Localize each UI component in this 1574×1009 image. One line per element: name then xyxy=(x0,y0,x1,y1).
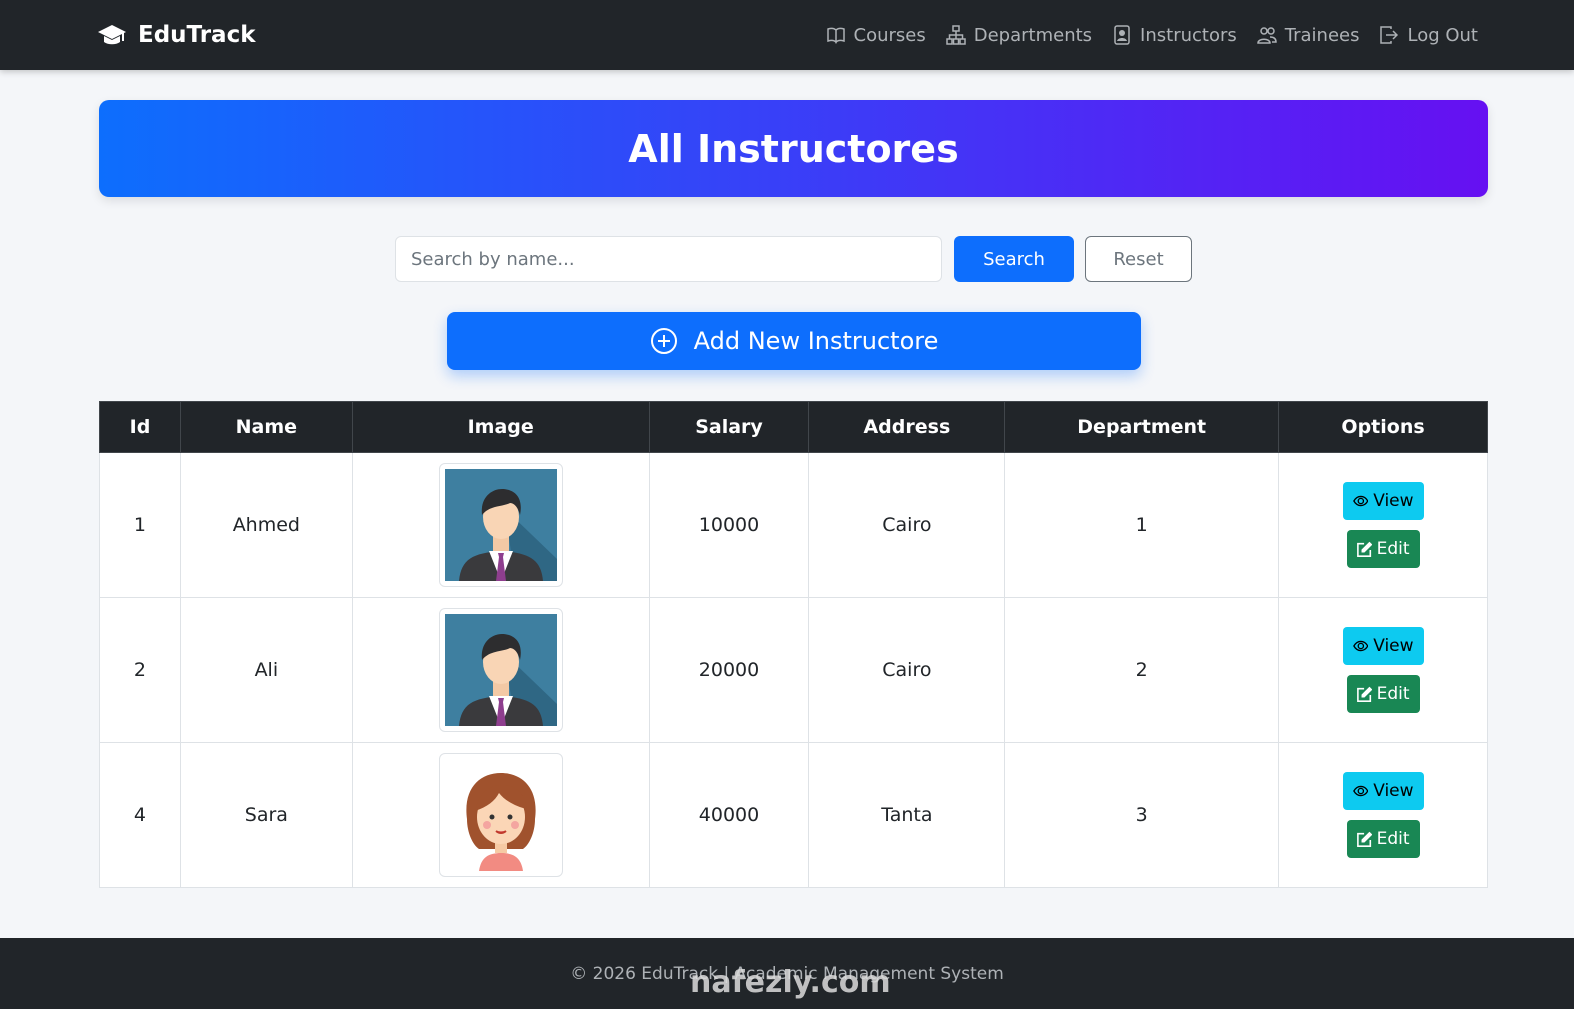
cell-department: 3 xyxy=(1004,742,1280,888)
nav-trainees[interactable]: Trainees xyxy=(1257,24,1360,46)
eye-icon xyxy=(1352,640,1369,652)
view-label: View xyxy=(1373,491,1414,511)
edit-button[interactable]: Edit xyxy=(1346,675,1420,713)
footer: © 2026 EduTrack | Academic Management Sy… xyxy=(0,938,1574,1009)
search-button[interactable]: Search xyxy=(954,236,1074,282)
cell-department: 1 xyxy=(1004,452,1280,598)
column-header: Salary xyxy=(648,401,810,453)
cell-options: View Edit xyxy=(1278,452,1488,598)
view-button[interactable]: View xyxy=(1342,482,1424,520)
table-row: 2 Ali 20000 Cairo 2 View Edit xyxy=(99,597,1488,743)
cell-id: 4 xyxy=(99,742,181,888)
male-avatar xyxy=(438,463,563,587)
column-header: Address xyxy=(808,401,1006,453)
cell-options: View Edit xyxy=(1278,597,1488,743)
female-avatar xyxy=(438,753,563,877)
person-badge-icon xyxy=(1114,25,1130,45)
navbar: EduTrack Courses Departments Instructors… xyxy=(0,0,1574,70)
cell-name: Ahmed xyxy=(179,452,353,598)
edit-button[interactable]: Edit xyxy=(1346,530,1420,568)
book-icon xyxy=(826,27,845,44)
table-row: 1 Ahmed 10000 Cairo 1 View Edit xyxy=(99,452,1488,598)
cell-address: Tanta xyxy=(808,742,1006,888)
graduation-cap-icon xyxy=(98,25,126,45)
cell-id: 2 xyxy=(99,597,181,743)
view-label: View xyxy=(1373,781,1414,801)
view-button[interactable]: View xyxy=(1342,627,1424,665)
cell-address: Cairo xyxy=(808,452,1006,598)
edit-button[interactable]: Edit xyxy=(1346,820,1420,858)
footer-text: © 2026 EduTrack | Academic Management Sy… xyxy=(570,963,1004,984)
add-instructor-button[interactable]: Add New Instructore xyxy=(447,312,1141,370)
nav-label: Trainees xyxy=(1284,24,1360,46)
cell-address: Cairo xyxy=(808,597,1006,743)
plus-circle-icon xyxy=(650,328,677,354)
reset-button[interactable]: Reset xyxy=(1085,236,1192,282)
view-label: View xyxy=(1373,636,1414,656)
cell-image xyxy=(351,452,650,598)
cell-salary: 40000 xyxy=(648,742,810,888)
instructors-table: Id Name Image Salary Address Department Option… xyxy=(99,401,1488,888)
male-avatar xyxy=(438,608,563,732)
edit-label: Edit xyxy=(1376,684,1410,704)
nav-label: Instructors xyxy=(1140,24,1237,46)
nav-departments[interactable]: Departments xyxy=(945,24,1093,46)
brand[interactable]: EduTrack xyxy=(98,22,256,48)
pencil-square-icon xyxy=(1356,686,1372,702)
cell-department: 2 xyxy=(1004,597,1280,743)
cell-name: Sara xyxy=(179,742,353,888)
edit-label: Edit xyxy=(1376,829,1410,849)
search-input[interactable] xyxy=(395,236,942,282)
column-header: Id xyxy=(99,401,181,453)
cell-salary: 10000 xyxy=(648,452,810,598)
pencil-square-icon xyxy=(1356,541,1372,557)
view-button[interactable]: View xyxy=(1342,772,1424,810)
cell-salary: 20000 xyxy=(648,597,810,743)
nav-label: Departments xyxy=(973,24,1093,46)
cell-name: Ali xyxy=(179,597,353,743)
nav-logout[interactable]: Log Out xyxy=(1379,25,1478,46)
cell-id: 1 xyxy=(99,452,181,598)
eye-icon xyxy=(1352,495,1369,507)
column-header: Name xyxy=(179,401,353,453)
pencil-square-icon xyxy=(1356,831,1372,847)
add-label: Add New Instructore xyxy=(693,327,939,355)
nav-label: Courses xyxy=(853,24,926,46)
cell-image xyxy=(351,597,650,743)
column-header: Options xyxy=(1278,401,1488,453)
nav-label: Log Out xyxy=(1407,24,1478,46)
nav-courses[interactable]: Courses xyxy=(826,25,926,46)
people-icon xyxy=(1257,27,1277,44)
table-row: 4 Sara 40000 Tanta 3 View Edit xyxy=(99,742,1488,888)
diagram-icon xyxy=(945,25,966,45)
nav-instructors[interactable]: Instructors xyxy=(1112,25,1237,46)
cell-image xyxy=(351,742,650,888)
column-header: Image xyxy=(351,401,650,453)
logout-icon xyxy=(1380,26,1399,44)
page-title: All Instructores xyxy=(99,100,1488,197)
brand-name: EduTrack xyxy=(138,22,256,48)
eye-icon xyxy=(1352,785,1369,797)
cell-options: View Edit xyxy=(1278,742,1488,888)
column-header: Department xyxy=(1004,401,1280,453)
edit-label: Edit xyxy=(1376,539,1410,559)
